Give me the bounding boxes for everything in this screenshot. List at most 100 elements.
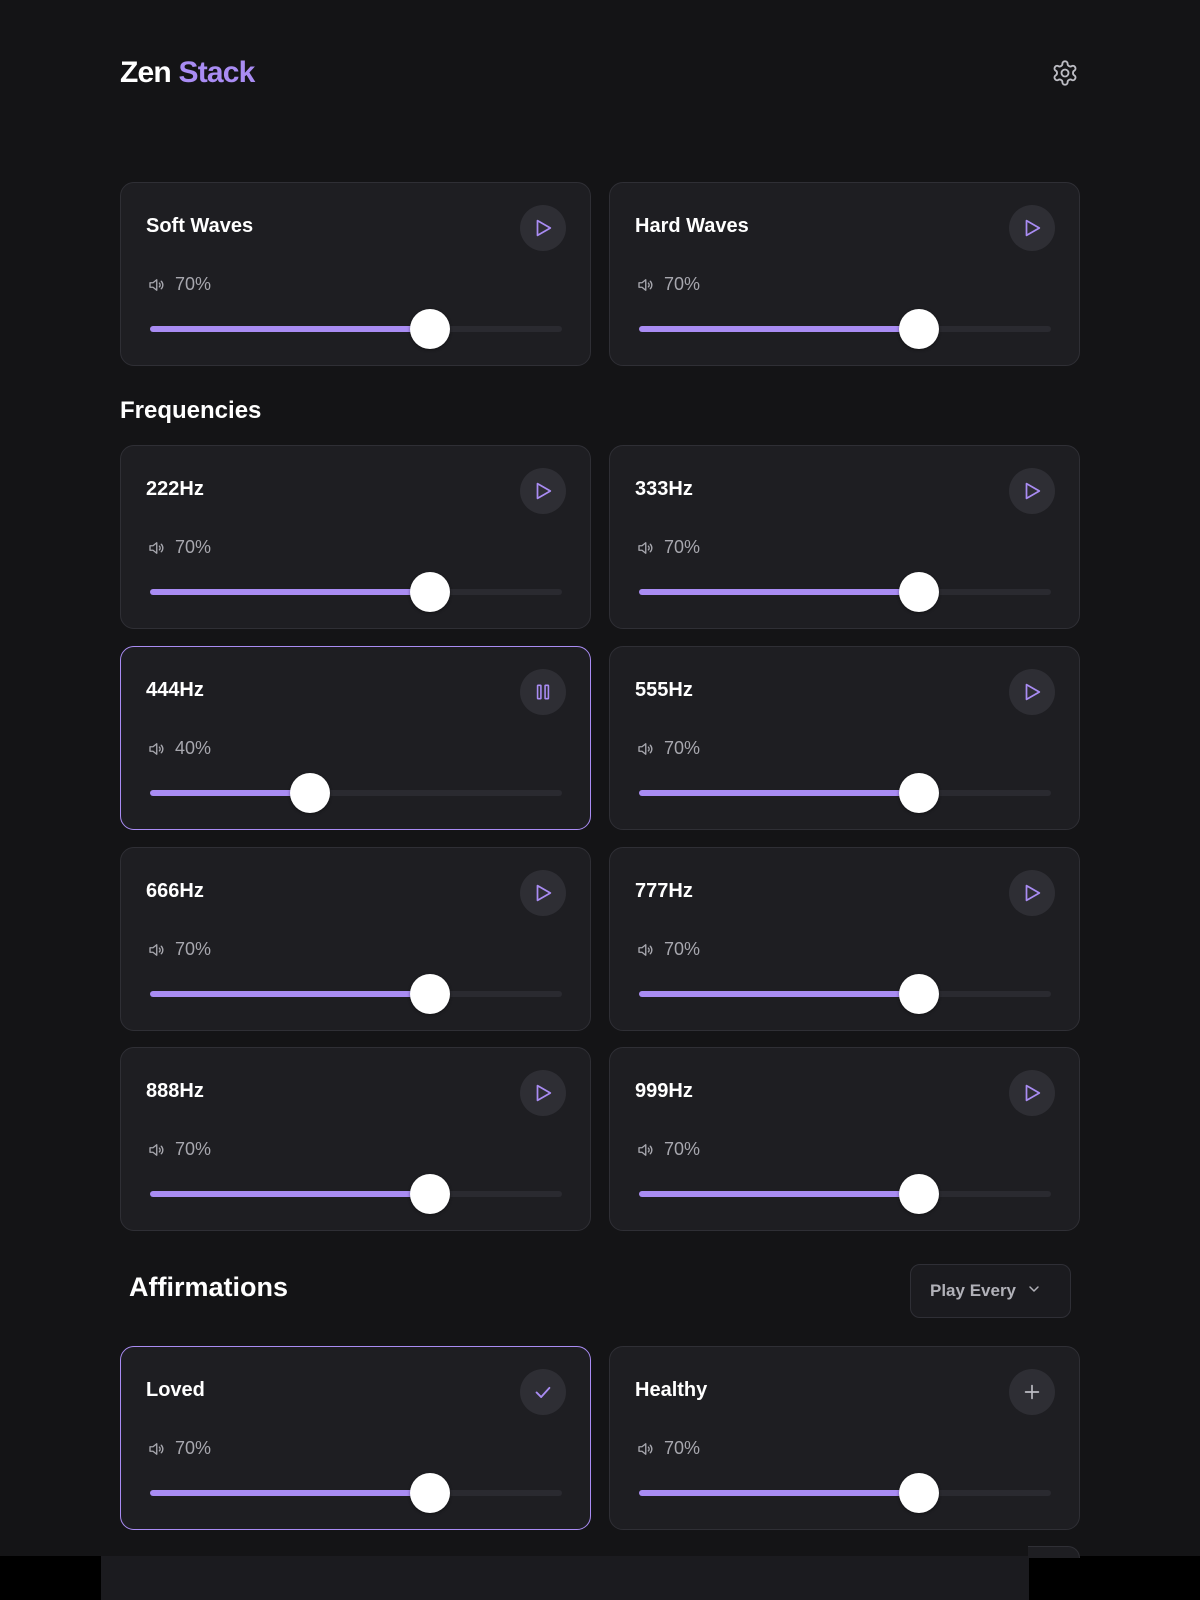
- play-button[interactable]: [1009, 205, 1055, 251]
- ambient-card-soft-waves: Soft Waves 70%: [120, 182, 591, 366]
- volume-slider-thumb[interactable]: [898, 1174, 939, 1214]
- play-icon: [1021, 882, 1043, 904]
- volume-slider-fill: [150, 1490, 430, 1496]
- play-button[interactable]: [1009, 870, 1055, 916]
- plus-icon: [1021, 1381, 1043, 1403]
- speaker-icon: [146, 276, 166, 294]
- frequency-card-999hz: 999Hz 70%: [609, 1047, 1080, 1231]
- speaker-icon: [146, 1141, 166, 1159]
- speaker-icon: [635, 740, 655, 758]
- volume-slider-fill: [639, 1191, 919, 1197]
- volume-indicator: 70%: [146, 1139, 211, 1160]
- logo-stack: Stack: [178, 56, 255, 89]
- volume-value: 70%: [664, 274, 701, 294]
- frequency-card-333hz: 333Hz 70%: [609, 445, 1080, 629]
- play-icon: [532, 882, 554, 904]
- speaker-icon: [635, 941, 655, 959]
- frequency-card-888hz: 888Hz 70%: [120, 1047, 591, 1231]
- volume-slider-fill: [150, 1191, 430, 1197]
- volume-slider-thumb[interactable]: [898, 309, 939, 349]
- play-icon: [1021, 480, 1043, 502]
- card-title: Healthy: [635, 1379, 708, 1401]
- volume-slider-thumb[interactable]: [409, 1174, 450, 1214]
- selected-button[interactable]: [520, 1369, 566, 1415]
- speaker-icon: [146, 539, 166, 557]
- volume-value: 70%: [664, 537, 701, 557]
- volume-slider-thumb[interactable]: [898, 773, 939, 813]
- volume-slider[interactable]: [639, 1473, 1051, 1513]
- volume-slider-fill: [639, 326, 919, 332]
- volume-slider[interactable]: [150, 974, 562, 1014]
- frequency-card-444hz: 444Hz 40%: [120, 646, 591, 830]
- volume-value: 70%: [664, 939, 701, 959]
- card-title: 222Hz: [146, 478, 204, 500]
- volume-slider[interactable]: [150, 1174, 562, 1214]
- volume-slider-thumb[interactable]: [409, 309, 450, 349]
- volume-indicator: 70%: [635, 1139, 700, 1160]
- play-button[interactable]: [520, 870, 566, 916]
- volume-value: 70%: [664, 1139, 701, 1159]
- card-title: Hard Waves: [635, 215, 749, 237]
- volume-indicator: 70%: [146, 939, 211, 960]
- volume-slider[interactable]: [639, 974, 1051, 1014]
- volume-slider-thumb[interactable]: [409, 1473, 450, 1513]
- volume-slider-thumb[interactable]: [289, 773, 330, 813]
- volume-slider[interactable]: [639, 1174, 1051, 1214]
- volume-slider-fill: [639, 1490, 919, 1496]
- volume-indicator: 70%: [635, 738, 700, 759]
- volume-slider[interactable]: [639, 572, 1051, 612]
- volume-slider[interactable]: [150, 1473, 562, 1513]
- pause-button[interactable]: [520, 669, 566, 715]
- volume-slider-fill: [150, 991, 430, 997]
- volume-indicator: 70%: [146, 537, 211, 558]
- volume-slider-thumb[interactable]: [898, 974, 939, 1014]
- gear-icon[interactable]: [1050, 58, 1080, 88]
- volume-slider-thumb[interactable]: [898, 1473, 939, 1513]
- play-button[interactable]: [520, 1070, 566, 1116]
- speaker-icon: [146, 941, 166, 959]
- volume-indicator: 40%: [146, 738, 211, 759]
- play-button[interactable]: [1009, 468, 1055, 514]
- volume-slider[interactable]: [639, 773, 1051, 813]
- play-every-label: Play Every: [930, 1281, 1017, 1300]
- play-button[interactable]: [1009, 1070, 1055, 1116]
- volume-slider-fill: [639, 589, 919, 595]
- card-title: 555Hz: [635, 679, 693, 701]
- play-button[interactable]: [520, 468, 566, 514]
- logo: Zen Stack: [120, 56, 255, 90]
- card-title: 888Hz: [146, 1080, 204, 1102]
- volume-indicator: 70%: [635, 939, 700, 960]
- add-button[interactable]: [1009, 1369, 1055, 1415]
- card-title: 666Hz: [146, 880, 204, 902]
- play-icon: [532, 1082, 554, 1104]
- card-title: Loved: [146, 1379, 205, 1401]
- volume-slider[interactable]: [150, 773, 562, 813]
- volume-slider[interactable]: [639, 309, 1051, 349]
- play-button[interactable]: [520, 205, 566, 251]
- volume-slider[interactable]: [150, 309, 562, 349]
- play-icon: [532, 480, 554, 502]
- volume-slider-fill: [639, 790, 919, 796]
- volume-slider[interactable]: [150, 572, 562, 612]
- volume-indicator: 70%: [635, 274, 700, 295]
- play-icon: [1021, 681, 1043, 703]
- volume-slider-thumb[interactable]: [409, 572, 450, 612]
- volume-slider-thumb[interactable]: [898, 572, 939, 612]
- play-button[interactable]: [1009, 669, 1055, 715]
- ambient-card-hard-waves: Hard Waves 70%: [609, 182, 1080, 366]
- app-page: Zen Stack Frequencies Affirmations Play …: [0, 0, 1200, 1600]
- frequency-card-555hz: 555Hz 70%: [609, 646, 1080, 830]
- check-icon: [532, 1381, 554, 1403]
- play-every-dropdown[interactable]: Play Every: [910, 1264, 1071, 1318]
- volume-value: 70%: [664, 738, 701, 758]
- volume-value: 70%: [175, 1139, 212, 1159]
- play-icon: [532, 217, 554, 239]
- app-header: Zen Stack: [120, 52, 1080, 98]
- frequency-card-666hz: 666Hz 70%: [120, 847, 591, 1031]
- speaker-icon: [146, 1440, 166, 1458]
- volume-slider-thumb[interactable]: [409, 974, 450, 1014]
- affirmation-card-healthy: Healthy 70%: [609, 1346, 1080, 1530]
- volume-value: 70%: [175, 939, 212, 959]
- volume-value: 70%: [175, 274, 212, 294]
- volume-slider-fill: [150, 589, 430, 595]
